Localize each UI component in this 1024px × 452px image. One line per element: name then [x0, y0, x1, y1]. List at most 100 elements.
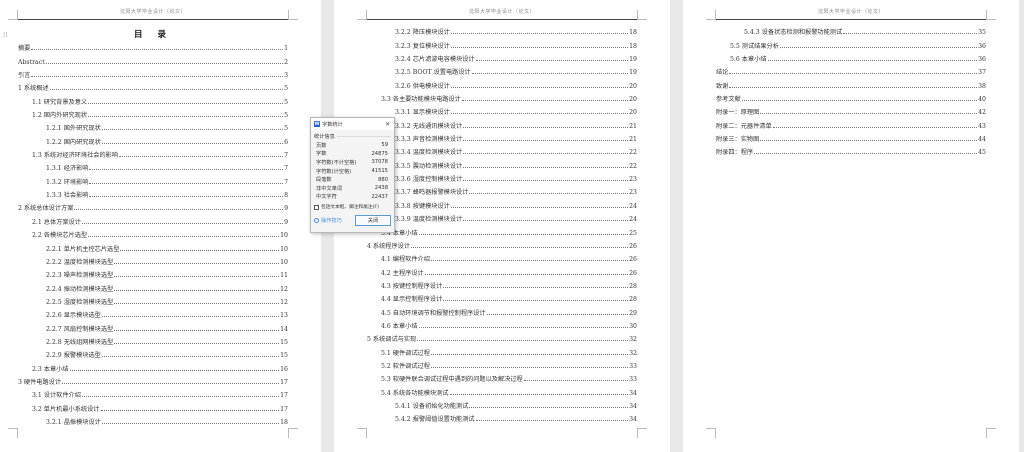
margin-corner: [357, 428, 367, 438]
toc-entry-title: 1.3.3 社会影响: [46, 192, 89, 200]
toc-entry[interactable]: 附录二：元器件清单 43: [716, 116, 986, 130]
toc-entry-page: 26: [629, 256, 637, 264]
toc-entry-page: 14: [280, 325, 288, 333]
toc-entry[interactable]: 2.3 本章小结 16: [18, 359, 288, 373]
toc-entry[interactable]: 5.4.2 报警阈值设置功能测试 34: [367, 410, 637, 423]
toc-entry[interactable]: 5.1 硬件调试过程 32: [367, 343, 637, 357]
toc-entry[interactable]: 摘要 1: [18, 39, 288, 52]
header-rule: [367, 19, 637, 20]
toc-entry[interactable]: 结论 37: [716, 63, 986, 76]
toc-entry[interactable]: 3.3.5 震动检测模块设计 22: [367, 156, 637, 170]
toc-entry[interactable]: 5.6 本章小结 36: [716, 50, 986, 63]
toc-entry[interactable]: 5 系统调试与实现 32: [367, 330, 637, 343]
toc-entry[interactable]: 3.3.1 显示模块设计 20: [367, 103, 637, 116]
toc-entry[interactable]: 1.1 研究背景及意义 5: [18, 92, 288, 106]
close-button[interactable]: 关闭: [355, 215, 391, 227]
toc-entry-title: 5.2 软件调试过程: [381, 362, 430, 370]
toc-entry[interactable]: 5.5 测试结果分析 36: [716, 36, 986, 50]
toc-entry[interactable]: 引言 3: [18, 66, 288, 79]
toc-entry[interactable]: 3.4 本章小结 25: [367, 223, 637, 237]
toc-entry[interactable]: 附录一：原理图 42: [716, 103, 986, 116]
toc-entry[interactable]: 4.5 自动环境调节和报警控制程序设计 29: [367, 303, 637, 317]
toc-entry[interactable]: 1.3.2 环境影响 7: [18, 172, 288, 186]
toc-entry[interactable]: 3.3.7 蜂鸣器报警模块设计 23: [367, 183, 637, 196]
dot-leader: [89, 196, 284, 198]
toc-entry[interactable]: 2.2.6 显示模块选型 13: [18, 306, 288, 319]
toc-entry[interactable]: 3 硬件电路设计 17: [18, 373, 288, 386]
toc-entry[interactable]: 3.2.6 供电模块设计 20: [367, 76, 637, 90]
toc-entry[interactable]: 5.4 系统各功能模块测试 34: [367, 383, 637, 397]
toc-entry[interactable]: 3.3.4 温度检测模块设计 22: [367, 143, 637, 156]
toc-entry[interactable]: 3.3.6 湿度控制模块设计 23: [367, 170, 637, 183]
toc-entry[interactable]: 3.1 设计软件介绍 17: [18, 386, 288, 399]
toc-entry[interactable]: 参考文献 40: [716, 90, 986, 103]
toc-entry[interactable]: 2.2.7 风扇控制模块选型 14: [18, 319, 288, 333]
toc-entry[interactable]: 2 系统总体设计方案 9: [18, 199, 288, 212]
toc-entry[interactable]: 3.2.3 复位模块设计 18: [367, 36, 637, 50]
toc-entry-page: 34: [629, 402, 637, 410]
toc-entry[interactable]: 附录三：实物图 44: [716, 130, 986, 143]
toc-entry[interactable]: 3.3.9 温度检测模块设计 24: [367, 210, 637, 223]
close-icon[interactable]: ✕: [385, 121, 390, 128]
toc-entry[interactable]: 1.3.3 社会影响 8: [18, 186, 288, 199]
toc-entry-page: 5: [284, 98, 288, 106]
toc-entry-page: 19: [629, 56, 637, 64]
toc-entry[interactable]: 3.2.4 芯片滤波电容模块设计 19: [367, 50, 637, 63]
dialog-titlebar[interactable]: W 字数统计 ✕: [311, 118, 394, 130]
dot-leader: [741, 100, 978, 102]
toc-entry[interactable]: 1.2.1 国外研究现状 5: [18, 119, 288, 132]
toc-entry[interactable]: 致谢 38: [716, 76, 986, 90]
dot-leader: [443, 300, 629, 302]
dot-leader: [114, 262, 280, 264]
toc-entry[interactable]: 3.3.8 按键模块设计 24: [367, 196, 637, 210]
toc-entry[interactable]: 2.2.5 湿度检测模块选型 12: [18, 293, 288, 306]
toc-entry[interactable]: 1 系统概述 5: [18, 79, 288, 92]
toc-entry[interactable]: 1.2.2 国内研究现状 6: [18, 132, 288, 146]
toc-entry[interactable]: 3.2.2 降压模块设计 18: [367, 23, 637, 36]
toc-entry[interactable]: 1.2 国内外研究现状 5: [18, 106, 288, 119]
toc-entry[interactable]: 2.2 各模块芯片选型 10: [18, 226, 288, 239]
toc-entry[interactable]: Abstract 2: [18, 52, 288, 66]
toc-entry[interactable]: 3.2.5 BOOT 设置电路设计 19: [367, 63, 637, 76]
toc-entry-page: 8: [284, 192, 288, 200]
include-textbox-checkbox[interactable]: 包括文本框、脚注和尾注(F): [311, 201, 394, 213]
toc-entry[interactable]: 4.3 按键控制程序设计 28: [367, 277, 637, 290]
toc-entry[interactable]: 附录四：程序 45: [716, 143, 986, 156]
toc-entry[interactable]: 2.2.3 噪声检测模块选型 11: [18, 266, 288, 279]
toc-entry[interactable]: 2.2.2 温度检测模块选型 10: [18, 253, 288, 266]
toc-entry[interactable]: 3.3 各主要功能模块电路设计 20: [367, 90, 637, 103]
toc-entry[interactable]: 3.2.1 晶振模块设计 18: [18, 413, 288, 426]
document-page[interactable]: 沈阳大学毕业设计（论文） 5.4.3 设备状态检测和报警功能测试 35 5.5 测试结…: [683, 0, 1019, 452]
toc-entry-title: 5.3 软硬件联合调试过程中遇到的问题以及解决过程: [381, 376, 523, 384]
toc-entry[interactable]: 4.4 显示控制程序设计 28: [367, 290, 637, 303]
toc-entry[interactable]: 4.6 本章小结 30: [367, 317, 637, 330]
toc-entry[interactable]: 2.2.9 报警模块选型 15: [18, 346, 288, 359]
toc-entry[interactable]: 5.2 软件调试过程 33: [367, 357, 637, 370]
toc-entry[interactable]: 4.2 主程序设计 26: [367, 263, 637, 277]
toc-entry-page: 21: [629, 136, 637, 144]
toc-entry[interactable]: 5.4.3 设备状态检测和报警功能测试 35: [716, 23, 986, 36]
toc-entry[interactable]: 2.2.4 振动检测模块选型 12: [18, 279, 288, 293]
toc-entry[interactable]: 4.1 编程软件介绍 26: [367, 250, 637, 263]
toc-entry[interactable]: 1.3.1 经济影响 7: [18, 159, 288, 172]
toc-entry[interactable]: 3.3.3 声音检测模块设计 21: [367, 130, 637, 143]
toc-entry[interactable]: 2.1 总体方案设计 9: [18, 212, 288, 226]
table-move-handle[interactable]: ⁞⁞: [3, 32, 7, 39]
stat-label: 中文字符: [316, 194, 337, 201]
toc-entry[interactable]: 3.3.2 无线通讯模块设计 21: [367, 116, 637, 130]
stat-row: 字数 24875: [311, 150, 394, 159]
margin-corner: [706, 10, 716, 20]
toc-entry[interactable]: 2.2.8 无线组网模块选型 15: [18, 333, 288, 346]
toc-entry[interactable]: 2.2.1 单片机主控芯片选型 10: [18, 239, 288, 253]
toc-entry[interactable]: 3.2 单片机最小系统设计 17: [18, 399, 288, 413]
toc-entry[interactable]: 4 系统程序设计 26: [367, 237, 637, 250]
toc-entry-page: 44: [978, 136, 986, 144]
toc-entry[interactable]: 5.4.1 设备初始化功能测试 34: [367, 397, 637, 410]
toc-entry-page: 19: [629, 69, 637, 77]
tips-link[interactable]: 操作技巧: [314, 217, 342, 224]
document-page[interactable]: 沈阳大学毕业设计（论文）目 录摘要 1 Abstract 2 引言 3 1 系统概述 5 1.1…: [0, 0, 321, 452]
toc-entry-title: 3.2.6 供电模块设计: [395, 82, 450, 90]
toc-entry[interactable]: 1.3 系统对经济环境社会的影响 7: [18, 146, 288, 159]
dot-leader: [114, 276, 280, 278]
toc-entry[interactable]: 5.3 软硬件联合调试过程中遇到的问题以及解决过程 33: [367, 370, 637, 383]
